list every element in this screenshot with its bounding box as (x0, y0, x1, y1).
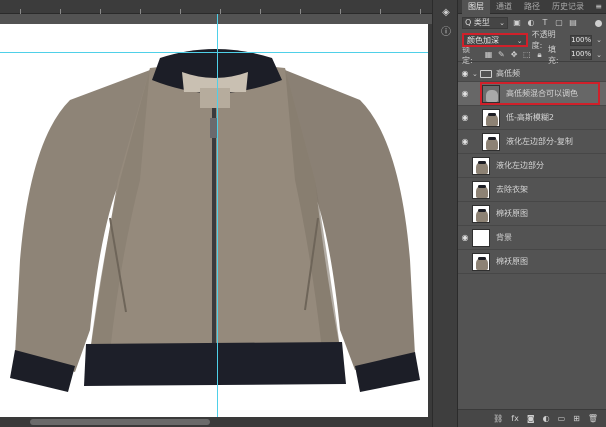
type-filter-icon[interactable]: T (540, 18, 550, 28)
horizontal-guide[interactable] (0, 52, 428, 53)
layer-name: 棉袄原图 (496, 257, 528, 266)
layers-list: ◉ ⌄ 高低频 ◉ 高低频混合可以调色 ◉ 低-高斯模糊2 ◉ 液化左边部分-复… (458, 66, 606, 274)
panel-menu-icon[interactable]: ≡ (595, 2, 602, 11)
chevron-down-icon[interactable]: ⌄ (472, 70, 480, 78)
chevron-down-icon: ⌄ (499, 19, 505, 27)
layer-thumbnail (472, 180, 490, 199)
tab-channels[interactable]: 通道 (490, 0, 518, 14)
fx-icon[interactable]: fx (511, 414, 519, 423)
eye-icon[interactable]: ◉ (458, 69, 472, 78)
shape-filter-icon[interactable]: ▢ (554, 18, 564, 28)
layer-row[interactable]: 棉袄原图 (458, 202, 606, 226)
eye-icon[interactable]: ◉ (458, 113, 472, 122)
adjustment-filter-icon[interactable]: ◐ (526, 18, 536, 28)
layer-thumbnail (472, 228, 490, 247)
eye-icon[interactable]: ◉ (458, 233, 472, 242)
layer-name: 低-高斯模糊2 (506, 113, 554, 122)
layer-row[interactable]: ◉ 高低频混合可以调色 (458, 82, 606, 106)
link-icon[interactable]: ⛓ (493, 414, 503, 423)
layer-row[interactable]: ◉ 液化左边部分-复制 (458, 130, 606, 154)
new-group-icon[interactable]: ▭ (558, 414, 566, 423)
lock-brush-icon[interactable]: ✎ (497, 50, 506, 59)
layer-row[interactable]: 液化左边部分 (458, 154, 606, 178)
tab-paths[interactable]: 路径 (518, 0, 546, 14)
scrollbar-thumb[interactable] (30, 419, 210, 425)
layer-row[interactable]: ◉ 低-高斯模糊2 (458, 106, 606, 130)
layer-kind-label: Q 类型 (465, 18, 490, 27)
new-layer-icon[interactable]: ⊞ (573, 414, 580, 423)
layer-thumbnail (472, 204, 490, 223)
layer-thumbnail (482, 132, 500, 151)
layers-panel-footer: ⛓ fx ◙ ◐ ▭ ⊞ 🗑︎ (458, 409, 606, 427)
opacity-label: 不透明度: (531, 30, 556, 50)
adjustment-icon[interactable]: ◐ (543, 414, 550, 423)
eye-icon[interactable]: ◉ (458, 137, 472, 146)
lock-move-icon[interactable]: ✥ (510, 50, 519, 59)
layer-name: 背景 (496, 233, 512, 242)
lock-all-icon[interactable]: 🔒︎ (535, 50, 544, 60)
blend-mode-select[interactable]: 颜色加深 ⌄ (462, 33, 528, 47)
layer-name: 高低频混合可以调色 (506, 89, 578, 98)
info-icon[interactable]: ⓘ (439, 26, 453, 40)
trash-icon[interactable]: 🗑︎ (588, 414, 598, 423)
lock-transparent-icon[interactable]: ▦ (484, 50, 493, 59)
layer-thumbnail (472, 252, 490, 271)
panel-tabs: 图层 通道 路径 历史记录 ≡ (458, 0, 606, 14)
layer-thumbnail (482, 84, 500, 103)
chevron-down-icon[interactable]: ⌄ (596, 36, 602, 44)
eye-icon[interactable]: ◉ (458, 89, 472, 98)
layer-row[interactable]: 去除衣架 (458, 178, 606, 202)
layer-kind-select[interactable]: Q 类型 ⌄ (462, 17, 508, 29)
blend-row: 颜色加深 ⌄ 不透明度: 100% ⌄ (458, 30, 606, 50)
vertical-guide[interactable] (217, 14, 218, 418)
blend-mode-label: 颜色加深 (467, 36, 499, 45)
mask-icon[interactable]: ◙ (527, 414, 535, 423)
layer-thumbnail (482, 108, 500, 127)
group-name: 高低频 (496, 69, 520, 78)
tab-layers[interactable]: 图层 (462, 0, 490, 14)
layer-name: 液化左边部分 (496, 161, 544, 170)
opacity-input[interactable]: 100% (570, 34, 593, 46)
layer-group[interactable]: ◉ ⌄ 高低频 (458, 66, 606, 82)
top-ruler (0, 0, 432, 14)
horizontal-scrollbar[interactable] (0, 417, 432, 427)
pixel-filter-icon[interactable]: ▣ (512, 18, 522, 28)
folder-icon (480, 69, 492, 78)
layer-row[interactable]: 棉袄原图 (458, 250, 606, 274)
tab-history[interactable]: 历史记录 (546, 0, 590, 14)
layer-name: 液化左边部分-复制 (506, 137, 573, 146)
chevron-down-icon[interactable]: ⌄ (596, 51, 602, 59)
document-canvas[interactable] (0, 24, 428, 417)
layers-dock-icon[interactable]: ◈ (439, 6, 453, 20)
layer-name: 棉袄原图 (496, 209, 528, 218)
smart-filter-icon[interactable]: ▤ (568, 18, 578, 28)
layer-row[interactable]: ◉ 背景 (458, 226, 606, 250)
layers-panel: 图层 通道 路径 历史记录 ≡ Q 类型 ⌄ ▣ ◐ T ▢ ▤ 颜色加深 ⌄ … (458, 0, 606, 427)
chevron-down-icon: ⌄ (516, 37, 523, 45)
panel-dock: ◈ ⓘ (432, 0, 458, 427)
layer-name: 去除衣架 (496, 185, 528, 194)
fill-input[interactable]: 100% (570, 49, 593, 60)
lock-artboard-icon[interactable]: ⬚ (522, 50, 531, 59)
filter-toggle[interactable] (595, 19, 602, 27)
layer-thumbnail (472, 156, 490, 175)
